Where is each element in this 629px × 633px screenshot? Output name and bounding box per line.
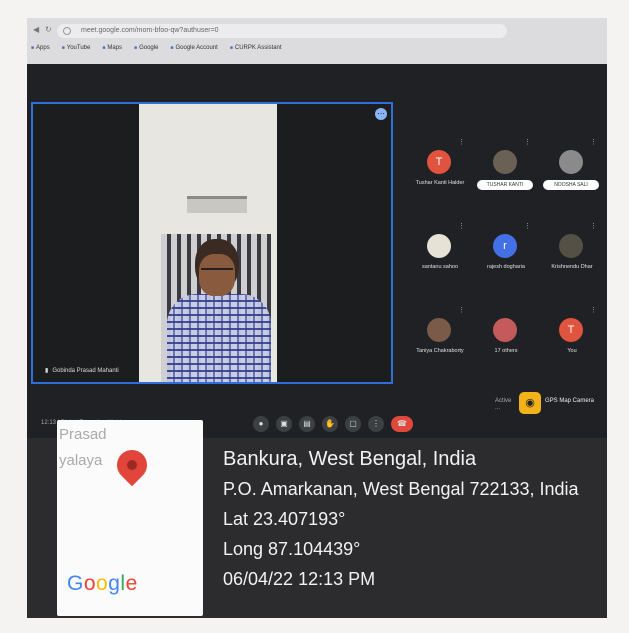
mic-off-icon: ⋮ (590, 223, 597, 230)
bookmark-apps[interactable]: Apps (31, 45, 50, 51)
others-avatars (493, 318, 517, 342)
participant-tile[interactable]: ⋮ santanu sahoo (409, 222, 469, 292)
avatar (493, 150, 517, 174)
bookmark-youtube[interactable]: YouTube (62, 45, 91, 51)
self-tile[interactable]: ⋮ T You (541, 306, 601, 376)
bookmarks-bar: Apps YouTube Maps Google Google Account … (31, 45, 282, 51)
reload-icon[interactable]: ↻ (45, 26, 53, 34)
speaker-tile[interactable]: ⋯ Gobinda Prasad Mahanti (31, 102, 393, 384)
meeting-area: ⋯ Gobinda Prasad Mahanti ⋮ T Tushar Kant… (27, 64, 607, 438)
present-icon[interactable]: ▢ (345, 416, 361, 432)
speaker-face (199, 254, 235, 296)
participant-tile[interactable]: ⋮ Taniya Chakraborty (409, 306, 469, 376)
participant-name: Tushar Kanti Halder (415, 180, 465, 186)
participant-tile[interactable]: ⋮ Krishnendu Dhar (541, 222, 601, 292)
mic-off-icon: ⋮ (524, 223, 531, 230)
mic-icon[interactable]: ● (253, 416, 269, 432)
map-pin-icon (110, 443, 154, 487)
avatar (559, 150, 583, 174)
raise-hand-icon[interactable]: ✋ (322, 416, 338, 432)
bookmark-assistant[interactable]: CURPK Assistant (230, 45, 282, 51)
participant-name: TUSHAR KANTI (477, 180, 533, 190)
latitude: Lat 23.407193° (223, 509, 346, 529)
speaker-video (139, 104, 277, 382)
mic-off-icon: ⋮ (458, 139, 465, 146)
more-icon[interactable]: ⋮ (368, 416, 384, 432)
participant-name: NOOSHA SALI (543, 180, 599, 190)
participant-tile[interactable]: ⋮ r rajesh dogharia (475, 222, 535, 292)
avatar (427, 318, 451, 342)
participant-tile[interactable]: ⋮ NOOSHA SALI (541, 138, 601, 208)
participant-name: 17 others (494, 348, 518, 354)
address-bar[interactable]: meet.google.com/mom-bfoo-qw?authuser=0 (57, 24, 507, 38)
map-label: yalaya (59, 452, 103, 469)
avatar (427, 234, 451, 258)
end-call-icon[interactable]: ☎ (391, 416, 413, 432)
longitude: Long 87.104439° (223, 539, 361, 559)
mic-off-icon: ⋮ (458, 223, 465, 230)
address: P.O. Amarkanan, West Bengal 722133, Indi… (223, 479, 579, 499)
call-controls: ● ▣ ▤ ✋ ▢ ⋮ ☎ (253, 416, 413, 432)
photo-frame: ◀ ↻ meet.google.com/mom-bfoo-qw?authuser… (27, 18, 607, 618)
avatar: r (493, 234, 517, 258)
bookmark-maps[interactable]: Maps (102, 45, 122, 51)
geotag-details: Bankura, West Bengal, India P.O. Amarkan… (223, 444, 579, 594)
more-options-icon[interactable]: ⋯ (375, 108, 387, 120)
mic-off-icon: ⋮ (590, 307, 597, 314)
avatar: T (559, 318, 583, 342)
participant-name: Taniya Chakraborty (416, 348, 464, 354)
participant-name: santanu sahoo (421, 264, 459, 270)
speaker-name: Gobinda Prasad Mahanti (45, 367, 118, 374)
datetime: 06/04/22 12:13 PM (223, 569, 376, 589)
participant-name: You (567, 348, 577, 354)
participant-name: rajesh dogharia (487, 264, 525, 270)
gps-camera-icon: ◉ (519, 392, 541, 414)
captions-icon[interactable]: ▤ (299, 416, 315, 432)
mic-off-icon: ⋮ (524, 139, 531, 146)
air-conditioner (187, 196, 247, 213)
avatar: T (427, 150, 451, 174)
map-label: Prasad (59, 426, 107, 443)
mic-off-icon: ⋮ (458, 307, 465, 314)
mic-off-icon: ⋮ (590, 139, 597, 146)
geotag-overlay: Prasad yalaya Google Bankura, West Benga… (27, 420, 607, 618)
speaker-glasses (201, 268, 233, 275)
participant-tile[interactable]: ⋮ T Tushar Kanti Halder (409, 138, 469, 208)
gps-camera-label: GPS Map Camera (545, 398, 595, 404)
active-label: Active ... (495, 398, 512, 411)
google-logo: Google (67, 572, 138, 595)
lock-icon (63, 27, 71, 35)
browser-chrome: ◀ ↻ meet.google.com/mom-bfoo-qw?authuser… (27, 18, 607, 64)
participant-name: Krishnendu Dhar (551, 264, 593, 270)
map-thumbnail: Prasad yalaya Google (57, 420, 203, 616)
back-icon[interactable]: ◀ (33, 26, 41, 34)
location-title: Bankura, West Bengal, India (223, 448, 477, 470)
bookmark-google[interactable]: Google (134, 45, 158, 51)
url-text: meet.google.com/mom-bfoo-qw?authuser=0 (81, 27, 219, 34)
avatar (559, 234, 583, 258)
participant-tile[interactable]: ⋮ TUSHAR KANTI (475, 138, 535, 208)
others-tile[interactable]: 17 others (475, 306, 535, 376)
bookmark-google-account[interactable]: Google Account (170, 45, 217, 51)
camera-icon[interactable]: ▣ (276, 416, 292, 432)
